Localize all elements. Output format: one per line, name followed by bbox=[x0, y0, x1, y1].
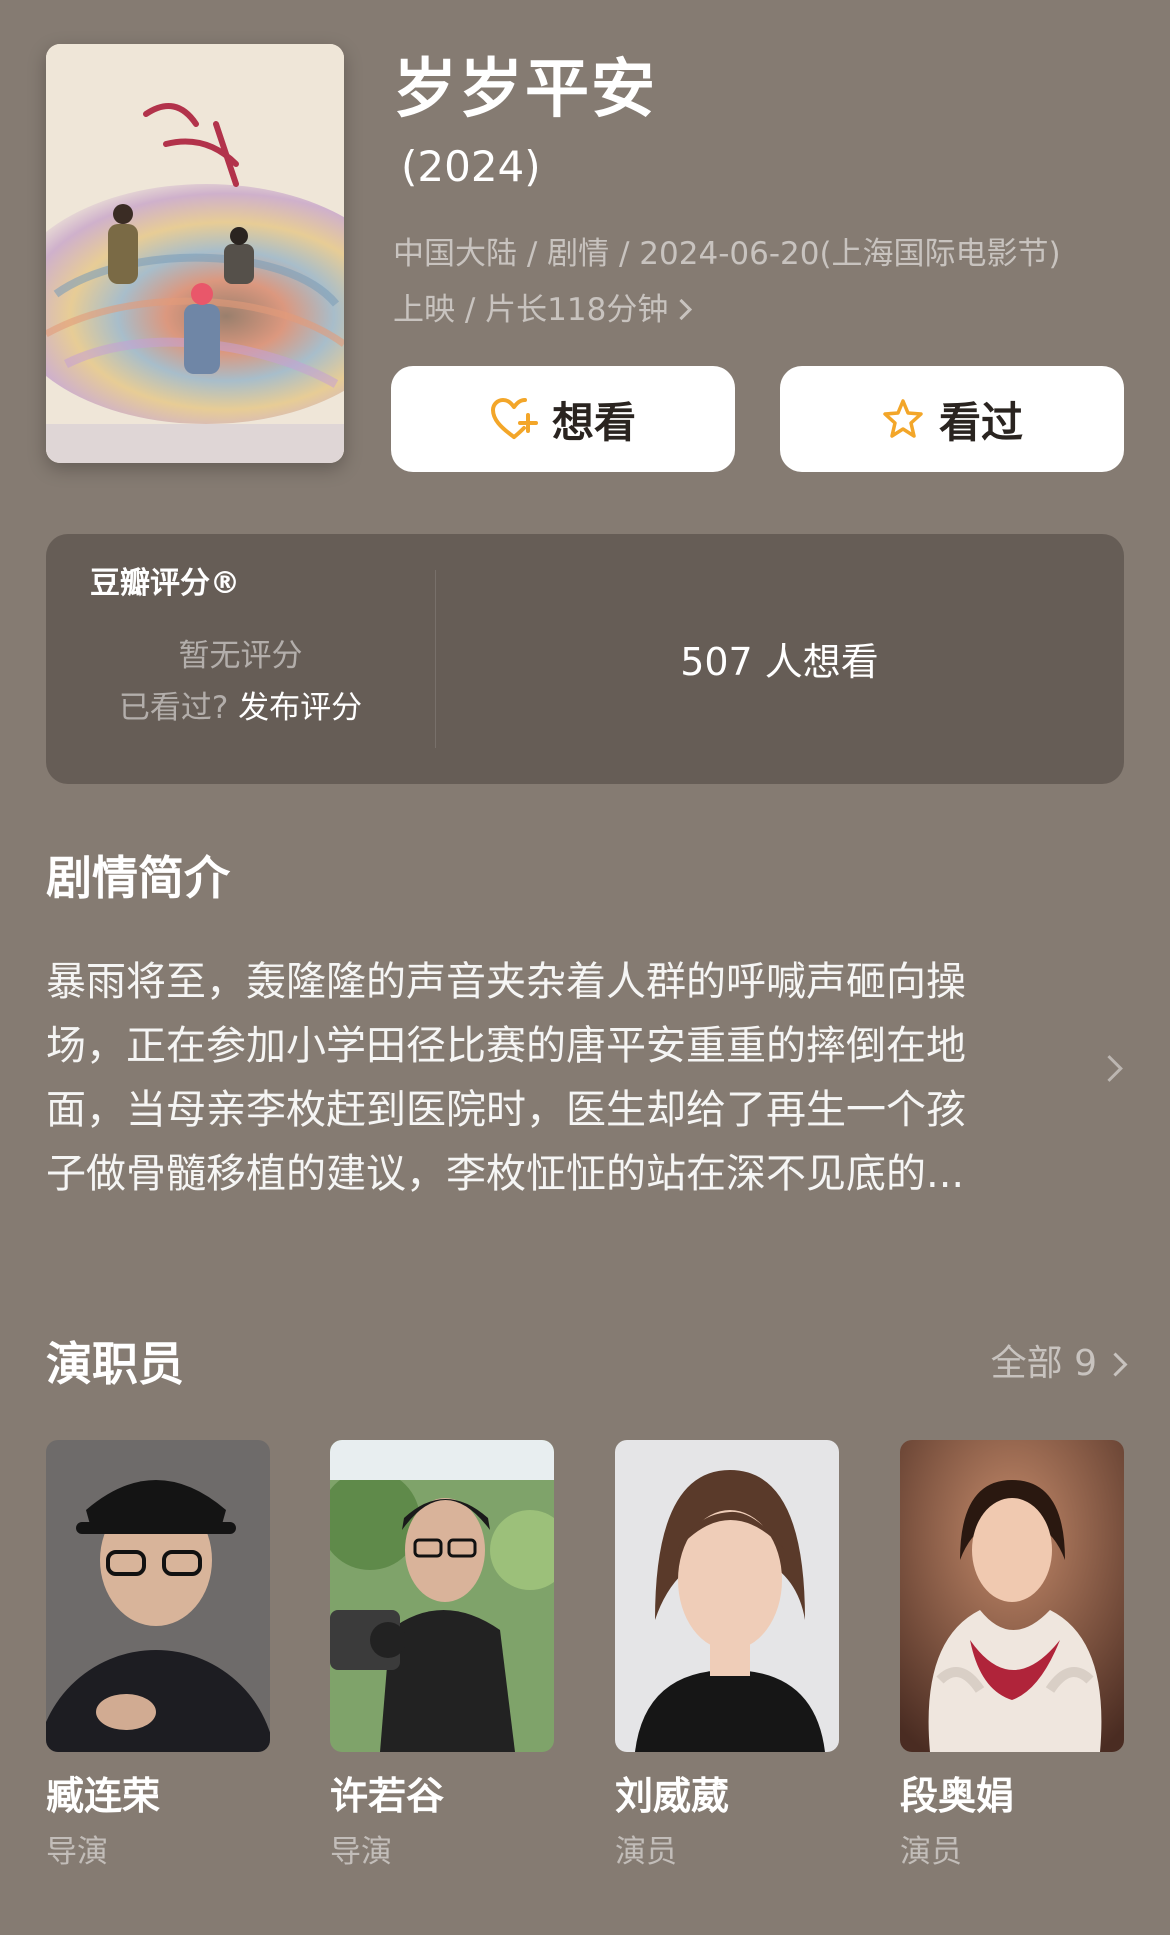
watched-label: 看过 bbox=[938, 397, 1023, 447]
cast-name: 许若谷 bbox=[330, 1774, 445, 1818]
synopsis-line: 暴雨将至，轰隆隆的声音夹杂着人群的呼喊声砸向操 bbox=[46, 959, 966, 1005]
cast-name: 臧连荣 bbox=[46, 1774, 161, 1818]
person-photo bbox=[900, 1440, 1124, 1752]
no-rating-text: 暂无评分 bbox=[178, 638, 303, 674]
poster-image bbox=[46, 44, 344, 463]
meta-line-1: 中国大陆 / 剧情 / 2024-06-20(上海国际电影节) bbox=[393, 236, 1061, 272]
cast-member[interactable]: 许若谷 导演 bbox=[330, 1440, 554, 1874]
chevron-right-icon bbox=[671, 298, 693, 321]
cast-photo bbox=[900, 1440, 1124, 1752]
cast-photo bbox=[46, 1440, 270, 1752]
heart-plus-icon bbox=[490, 398, 538, 439]
cast-all-label: 全部 9 bbox=[990, 1343, 1097, 1384]
synopsis-text[interactable]: 暴雨将至，轰隆隆的声音夹杂着人群的呼喊声砸向操 场，正在参加小学田径比赛的唐平安… bbox=[46, 950, 1086, 1206]
rating-card: 豆瓣评分® 暂无评分 已看过? 发布评分 507 人想看 bbox=[46, 534, 1124, 784]
chevron-right-icon bbox=[1103, 1351, 1128, 1377]
movie-title: 岁岁平安 bbox=[393, 53, 657, 127]
cast-name: 段奥娟 bbox=[900, 1774, 1015, 1818]
cast-role: 导演 bbox=[330, 1834, 392, 1870]
cast-role: 演员 bbox=[900, 1834, 962, 1870]
chevron-right-icon[interactable] bbox=[1096, 1055, 1123, 1082]
person-photo bbox=[330, 1440, 554, 1752]
cast-all-link[interactable]: 全部 9 bbox=[990, 1340, 1128, 1388]
meta-line-2: 上映 / 片长118分钟 bbox=[393, 282, 1128, 338]
cast-role: 导演 bbox=[46, 1834, 108, 1870]
want-to-watch-label: 想看 bbox=[551, 397, 636, 447]
cast-member[interactable]: 臧连荣 导演 bbox=[46, 1440, 270, 1874]
watched-question-line: 已看过? 发布评分 bbox=[46, 686, 435, 730]
person-photo bbox=[46, 1440, 270, 1752]
want-to-watch-button[interactable]: 想看 bbox=[391, 366, 735, 472]
movie-meta[interactable]: 中国大陆 / 剧情 / 2024-06-20(上海国际电影节) 上映 / 片长1… bbox=[393, 226, 1128, 338]
watched-question: 已看过? bbox=[118, 690, 229, 726]
cast-member[interactable]: 刘威葳 演员 bbox=[615, 1440, 839, 1874]
post-rating-link[interactable]: 发布评分 bbox=[238, 690, 362, 726]
watched-button[interactable]: 看过 bbox=[780, 366, 1124, 472]
cast-role: 演员 bbox=[615, 1834, 677, 1870]
star-icon bbox=[883, 399, 923, 438]
person-photo bbox=[615, 1440, 839, 1752]
synopsis-line: 场，正在参加小学田径比赛的唐平安重重的摔倒在地 bbox=[46, 1023, 966, 1069]
want-count: 507 人想看 bbox=[680, 640, 879, 684]
synopsis-line: 面，当母亲李枚赶到医院时，医生却给了再生一个孩 bbox=[46, 1087, 966, 1133]
cast-title: 演职员 bbox=[46, 1337, 184, 1391]
cast-member[interactable]: 段奥娟 演员 bbox=[900, 1440, 1124, 1874]
cast-photo bbox=[330, 1440, 554, 1752]
movie-year: (2024) bbox=[401, 142, 541, 191]
cast-photo bbox=[615, 1440, 839, 1752]
movie-poster[interactable] bbox=[46, 44, 344, 463]
cast-name: 刘威葳 bbox=[615, 1774, 730, 1818]
synopsis-title: 剧情简介 bbox=[46, 851, 230, 905]
douban-rating-label: 豆瓣评分® bbox=[90, 566, 240, 601]
synopsis-line: 子做骨髓移植的建议，李枚怔怔的站在深不见底的... bbox=[46, 1151, 965, 1197]
meta-line-2-text: 上映 / 片长118分钟 bbox=[393, 292, 669, 328]
